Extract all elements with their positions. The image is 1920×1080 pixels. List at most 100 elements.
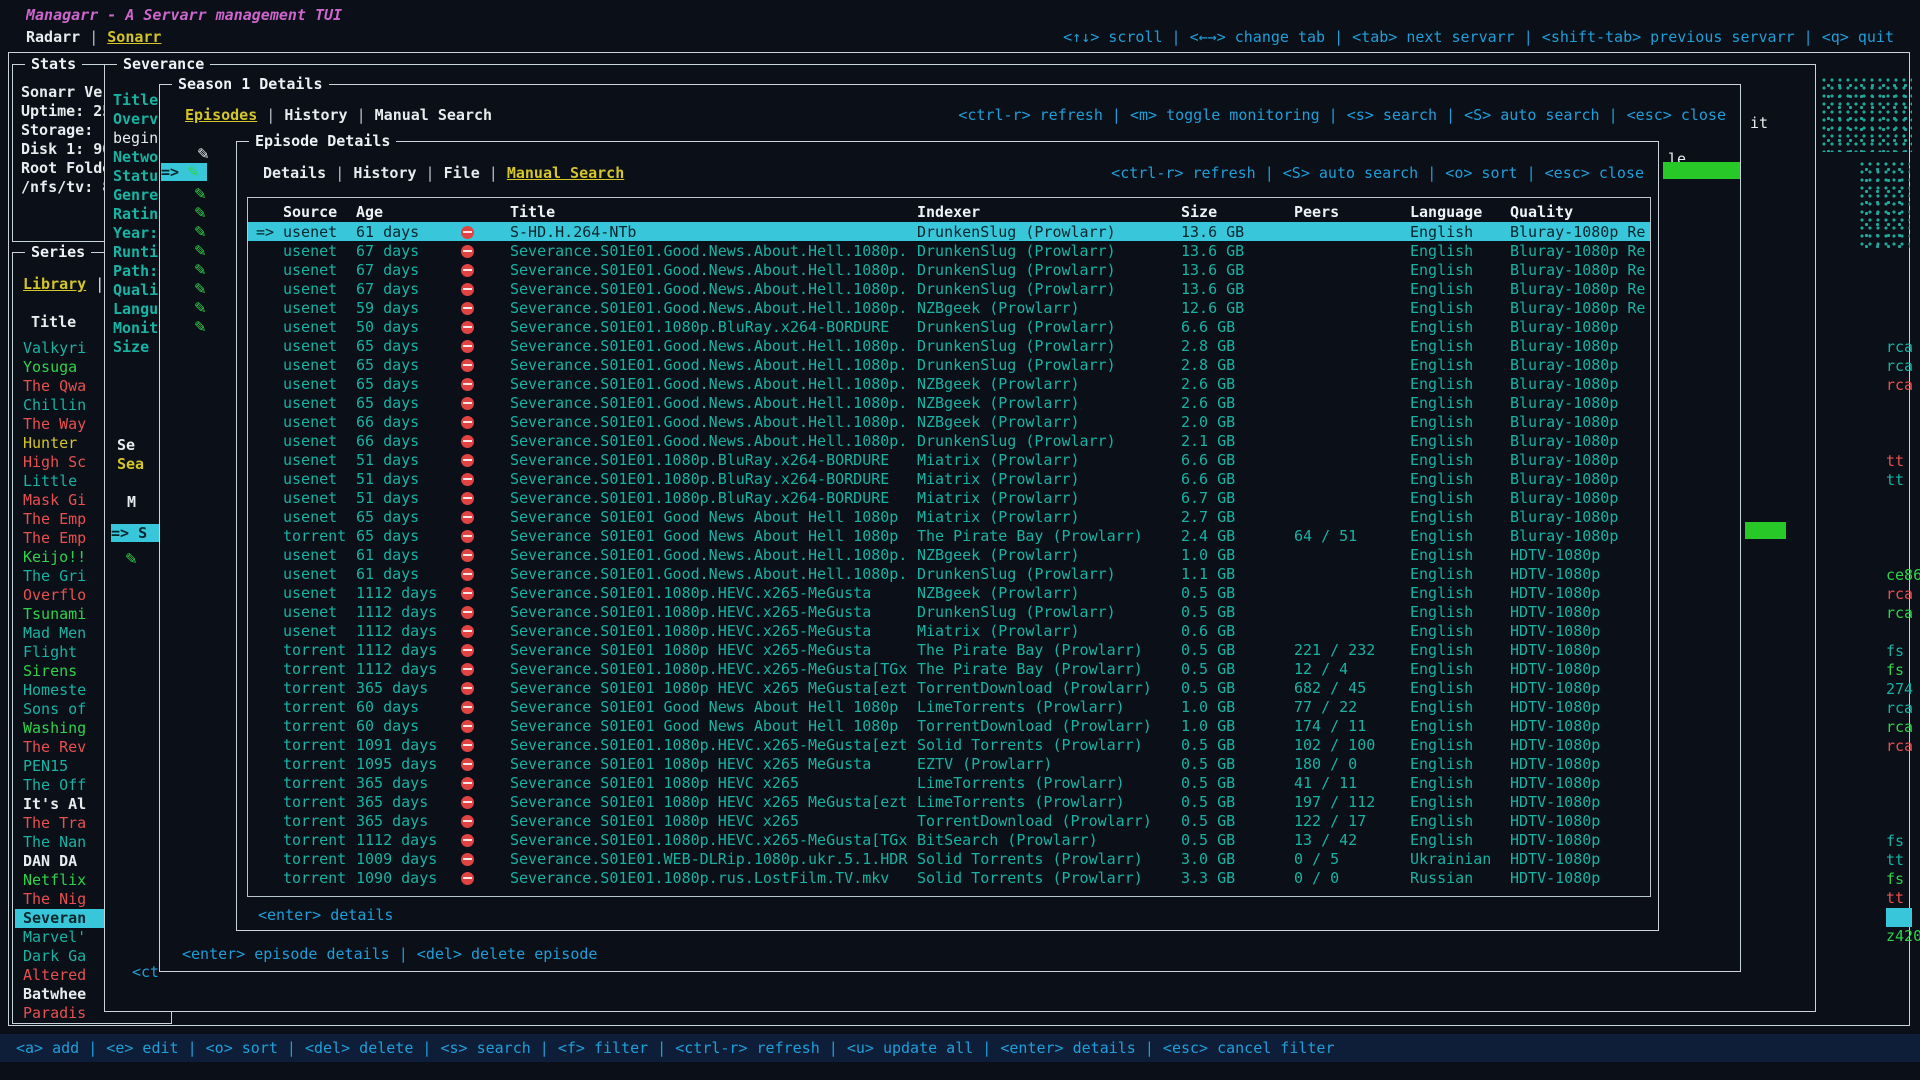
release-source: torrent [283, 527, 356, 545]
release-row[interactable]: => usenet 61 days S-HD.H.264-NTb Drunken… [248, 222, 1650, 241]
series-list-header: Title [31, 313, 76, 332]
season-tab[interactable]: Episodes [185, 106, 257, 124]
servarr-tab[interactable]: Radarr [26, 28, 80, 46]
col-size[interactable]: Size [1181, 203, 1294, 221]
release-row[interactable]: torrent 365 days Severance S01E01 1080p … [248, 773, 1650, 792]
selected-episode-row-fragment[interactable]: => ✎ [161, 163, 207, 181]
release-indexer: DrunkenSlug (Prowlarr) [917, 280, 1181, 298]
episode-tab[interactable]: File [417, 164, 480, 182]
release-row[interactable]: usenet 1112 days Severance.S01E01.1080p.… [248, 583, 1650, 602]
release-row[interactable]: usenet 65 days Severance.S01E01.Good.New… [248, 374, 1650, 393]
release-language: English [1410, 432, 1510, 450]
release-row[interactable]: torrent 365 days Severance S01E01 1080p … [248, 678, 1650, 697]
release-row[interactable]: torrent 1090 days Severance.S01E01.1080p… [248, 868, 1650, 887]
release-row[interactable]: usenet 1112 days Severance.S01E01.1080p.… [248, 602, 1650, 621]
series-panel-title: Series [25, 243, 91, 261]
release-title: Severance S01E01 1080p HEVC x265 [510, 774, 917, 792]
servarr-tabs: Radarr Sonarr [26, 28, 161, 46]
release-row[interactable]: torrent 1009 days Severance.S01E01.WEB-D… [248, 849, 1650, 868]
selected-season-row-fragment[interactable]: => S [111, 524, 159, 542]
release-language: English [1410, 660, 1510, 678]
release-size: 2.8 GB [1181, 356, 1294, 374]
release-row[interactable]: usenet 65 days Severance S01E01 Good New… [248, 507, 1650, 526]
episode-tab[interactable]: Manual Search [480, 164, 625, 182]
release-size: 0.5 GB [1181, 641, 1294, 659]
release-source: usenet [283, 280, 356, 298]
release-row[interactable]: torrent 1112 days Severance S01E01 1080p… [248, 640, 1650, 659]
release-quality: HDTV-1080p [1510, 603, 1652, 621]
release-row[interactable]: usenet 59 days Severance.S01E01.Good.New… [248, 298, 1650, 317]
col-age[interactable]: Age [356, 203, 461, 221]
release-source: usenet [283, 470, 356, 488]
release-row[interactable]: torrent 1091 days Severance.S01E01.1080p… [248, 735, 1650, 754]
col-indexer[interactable]: Indexer [917, 203, 1181, 221]
episode-monitored-icon: ✎ [194, 204, 214, 222]
rejected-icon [461, 815, 474, 828]
rejected-icon [461, 473, 474, 486]
release-row[interactable]: usenet 1112 days Severance.S01E01.1080p.… [248, 621, 1650, 640]
col-quality[interactable]: Quality [1510, 203, 1652, 221]
episode-tab[interactable]: History [326, 164, 416, 182]
release-row[interactable]: torrent 1112 days Severance.S01E01.1080p… [248, 659, 1650, 678]
release-row[interactable]: torrent 365 days Severance S01E01 1080p … [248, 811, 1650, 830]
release-indexer: LimeTorrents (Prowlarr) [917, 774, 1181, 792]
season-tab[interactable]: Manual Search [348, 106, 493, 124]
col-source[interactable]: Source [283, 203, 356, 221]
release-row[interactable]: torrent 60 days Severance S01E01 Good Ne… [248, 697, 1650, 716]
episode-tab[interactable]: Details [263, 164, 326, 182]
episode-monitored-icon: ✎ [194, 318, 214, 336]
release-row[interactable]: usenet 67 days Severance.S01E01.Good.New… [248, 279, 1650, 298]
release-size: 2.6 GB [1181, 375, 1294, 393]
release-row[interactable]: usenet 67 days Severance.S01E01.Good.New… [248, 260, 1650, 279]
release-row[interactable]: usenet 65 days Severance.S01E01.Good.New… [248, 393, 1650, 412]
release-source: torrent [283, 812, 356, 830]
release-indexer: DrunkenSlug (Prowlarr) [917, 242, 1181, 260]
release-language: Ukrainian [1410, 850, 1510, 868]
release-row[interactable]: usenet 51 days Severance.S01E01.1080p.Bl… [248, 450, 1650, 469]
release-row[interactable]: usenet 67 days Severance.S01E01.Good.New… [248, 241, 1650, 260]
servarr-tab[interactable]: Sonarr [80, 28, 161, 46]
release-language: English [1410, 299, 1510, 317]
release-row[interactable]: usenet 65 days Severance.S01E01.Good.New… [248, 355, 1650, 374]
episode-monitored-icon: ✎ [194, 261, 214, 279]
release-row[interactable]: torrent 1112 days Severance.S01E01.1080p… [248, 830, 1650, 849]
release-quality: HDTV-1080p [1510, 641, 1652, 659]
season-tab[interactable]: History [257, 106, 347, 124]
episode-monitored-icon: ✎ [194, 280, 214, 298]
release-indexer: NZBgeek (Prowlarr) [917, 413, 1181, 431]
rejected-icon [461, 549, 474, 562]
release-indexer: NZBgeek (Prowlarr) [917, 546, 1181, 564]
col-language[interactable]: Language [1410, 203, 1510, 221]
release-age: 67 days [356, 242, 461, 260]
release-quality: HDTV-1080p [1510, 679, 1652, 697]
release-source: usenet [283, 299, 356, 317]
release-indexer: The Pirate Bay (Prowlarr) [917, 660, 1181, 678]
release-row[interactable]: torrent 60 days Severance S01E01 Good Ne… [248, 716, 1650, 735]
release-row[interactable]: usenet 65 days Severance.S01E01.Good.New… [248, 336, 1650, 355]
release-size: 1.0 GB [1181, 546, 1294, 564]
release-row[interactable]: usenet 61 days Severance.S01E01.Good.New… [248, 564, 1650, 583]
release-row[interactable]: usenet 66 days Severance.S01E01.Good.New… [248, 412, 1650, 431]
release-size: 0.5 GB [1181, 679, 1294, 697]
col-peers[interactable]: Peers [1294, 203, 1410, 221]
library-row-tail: rca [1886, 338, 1913, 357]
release-source: usenet [283, 242, 356, 260]
release-row[interactable]: usenet 66 days Severance.S01E01.Good.New… [248, 431, 1650, 450]
release-indexer: LimeTorrents (Prowlarr) [917, 698, 1181, 716]
release-row[interactable]: torrent 65 days Severance S01E01 Good Ne… [248, 526, 1650, 545]
release-row[interactable]: torrent 365 days Severance S01E01 1080p … [248, 792, 1650, 811]
release-row[interactable]: usenet 51 days Severance.S01E01.1080p.Bl… [248, 488, 1650, 507]
release-size: 3.3 GB [1181, 869, 1294, 887]
rejected-icon [461, 340, 474, 353]
col-title[interactable]: Title [510, 203, 917, 221]
rejected-icon [461, 245, 474, 258]
release-row[interactable]: torrent 1095 days Severance S01E01 1080p… [248, 754, 1650, 773]
release-title: Severance.S01E01.1080p.HEVC.x265-MeGusta [510, 603, 917, 621]
series-tab[interactable]: Library [23, 275, 86, 294]
release-row[interactable]: usenet 61 days Severance.S01E01.Good.New… [248, 545, 1650, 564]
release-indexer: Miatrix (Prowlarr) [917, 622, 1181, 640]
release-language: English [1410, 603, 1510, 621]
release-row[interactable]: usenet 50 days Severance.S01E01.1080p.Bl… [248, 317, 1650, 336]
release-row[interactable]: usenet 51 days Severance.S01E01.1080p.Bl… [248, 469, 1650, 488]
release-language: English [1410, 622, 1510, 640]
